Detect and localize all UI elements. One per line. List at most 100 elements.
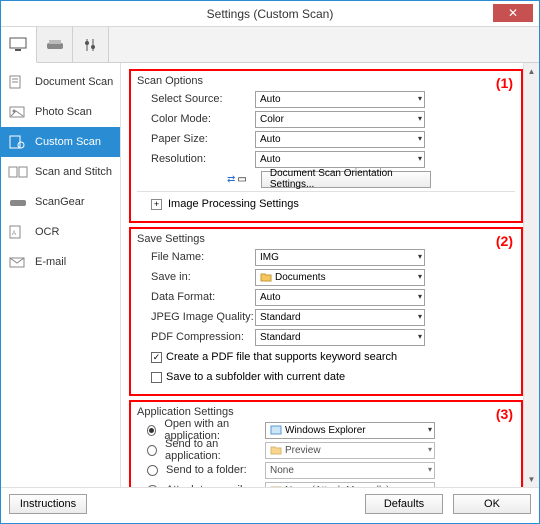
defaults-button[interactable]: Defaults	[365, 494, 443, 514]
send-folder-dropdown[interactable]: None▾	[265, 462, 435, 479]
chevron-down-icon: ▾	[418, 134, 422, 143]
sliders-icon	[81, 37, 101, 53]
tab-scan-from-panel[interactable]	[37, 27, 73, 62]
application-settings-title: Application Settings	[137, 406, 515, 418]
jpeg-quality-label: JPEG Image Quality:	[137, 311, 255, 323]
pdf-compression-dropdown[interactable]: Standard▾	[255, 329, 425, 346]
chevron-down-icon: ▾	[418, 292, 422, 301]
scroll-up-icon[interactable]: ▲	[524, 63, 539, 79]
subfolder-checkbox[interactable]	[151, 372, 162, 383]
sidebar-item-label: Scan and Stitch	[35, 166, 112, 178]
sidebar-item-email[interactable]: E-mail	[1, 247, 120, 277]
scan-options-section: (1) Scan Options Select Source:Auto▾ Col…	[129, 69, 523, 223]
pdf-compression-label: PDF Compression:	[137, 331, 255, 343]
annotation-2: (2)	[496, 233, 513, 249]
top-mode-tabs	[1, 27, 539, 63]
send-folder-radio[interactable]	[147, 465, 158, 476]
select-source-label: Select Source:	[137, 93, 255, 105]
sidebar-item-custom-scan[interactable]: Custom Scan	[1, 127, 120, 157]
attach-email-dropdown[interactable]: None (Attach Manually)▾	[265, 482, 435, 488]
scrollbar[interactable]: ▲ ▼	[523, 63, 539, 487]
chevron-down-icon: ▾	[418, 332, 422, 341]
swap-arrows-icon[interactable]: ⇄	[227, 174, 235, 185]
open-with-dropdown[interactable]: Windows Explorer▾	[265, 422, 435, 439]
scangear-icon	[7, 194, 29, 210]
titlebar: Settings (Custom Scan) ✕	[1, 1, 539, 27]
annotation-3: (3)	[496, 406, 513, 422]
email-icon	[7, 254, 29, 270]
paper-size-dropdown[interactable]: Auto▾	[255, 131, 425, 148]
file-name-label: File Name:	[137, 251, 255, 263]
send-app-radio[interactable]	[147, 445, 157, 456]
keyword-search-label: Create a PDF file that supports keyword …	[166, 351, 397, 363]
photo-scan-icon	[7, 104, 29, 120]
file-name-input[interactable]: IMG▾	[255, 249, 425, 266]
chevron-down-icon: ▾	[418, 154, 422, 163]
tab-scan-from-pc[interactable]	[1, 27, 37, 63]
expand-image-processing[interactable]: +	[151, 199, 162, 210]
application-settings-section: (3) Application Settings Open with an ap…	[129, 400, 523, 487]
orientation-settings-button[interactable]: Document Scan Orientation Settings...	[261, 171, 431, 188]
keyword-search-checkbox[interactable]: ✓	[151, 352, 162, 363]
paper-size-label: Paper Size:	[137, 133, 255, 145]
sidebar-item-scan-and-stitch[interactable]: Scan and Stitch	[1, 157, 120, 187]
subfolder-label: Save to a subfolder with current date	[166, 371, 345, 383]
open-with-radio[interactable]	[147, 425, 156, 436]
image-processing-label: Image Processing Settings	[168, 198, 299, 210]
chevron-down-icon: ▾	[428, 445, 432, 454]
sidebar-item-scangear[interactable]: ScanGear	[1, 187, 120, 217]
sidebar-item-document-scan[interactable]: Document Scan	[1, 67, 120, 97]
sidebar-item-label: ScanGear	[35, 196, 85, 208]
resolution-label: Resolution:	[137, 153, 255, 165]
footer: Instructions Defaults OK	[1, 487, 539, 519]
attach-email-radio[interactable]	[147, 485, 158, 488]
color-mode-dropdown[interactable]: Color▾	[255, 111, 425, 128]
sidebar-item-label: Photo Scan	[35, 106, 92, 118]
svg-text:A: A	[12, 231, 16, 237]
data-format-dropdown[interactable]: Auto▾	[255, 289, 425, 306]
sidebar-item-label: OCR	[35, 226, 59, 238]
save-settings-section: (2) Save Settings File Name:IMG▾ Save in…	[129, 227, 523, 396]
stitch-icon	[7, 164, 29, 180]
sidebar-item-ocr[interactable]: A OCR	[1, 217, 120, 247]
window-title: Settings (Custom Scan)	[207, 7, 334, 21]
sidebar-item-label: Custom Scan	[35, 136, 101, 148]
sidebar-item-label: Document Scan	[35, 76, 113, 88]
content-area: (1) Scan Options Select Source:Auto▾ Col…	[121, 63, 539, 487]
tab-general-settings[interactable]	[73, 27, 109, 62]
mail-icon	[270, 484, 282, 487]
send-app-label: Send to an application:	[165, 438, 265, 462]
document-scan-icon	[7, 74, 29, 90]
chevron-down-icon: ▾	[428, 465, 432, 474]
scan-options-title: Scan Options	[137, 75, 515, 87]
ocr-icon: A	[7, 224, 29, 240]
close-button[interactable]: ✕	[493, 4, 533, 22]
chevron-down-icon: ▾	[428, 425, 432, 434]
sidebar: Document Scan Photo Scan Custom Scan Sca…	[1, 63, 121, 487]
chevron-down-icon: ▾	[418, 272, 422, 281]
monitor-icon	[9, 37, 29, 53]
sidebar-item-label: E-mail	[35, 256, 66, 268]
chevron-down-icon: ▾	[418, 94, 422, 103]
chevron-down-icon: ▾	[428, 485, 432, 488]
select-source-dropdown[interactable]: Auto▾	[255, 91, 425, 108]
data-format-label: Data Format:	[137, 291, 255, 303]
chevron-down-icon: ▾	[418, 114, 422, 123]
resolution-dropdown[interactable]: Auto▾	[255, 151, 425, 168]
chevron-down-icon: ▾	[418, 312, 422, 321]
jpeg-quality-dropdown[interactable]: Standard▾	[255, 309, 425, 326]
save-in-dropdown[interactable]: Documents▾	[255, 269, 425, 286]
scanner-icon	[45, 37, 65, 53]
send-app-dropdown[interactable]: Preview▾	[265, 442, 435, 459]
annotation-1: (1)	[496, 75, 513, 91]
explorer-icon	[270, 424, 282, 436]
attach-email-label: Attach to e-mail:	[166, 484, 245, 487]
save-settings-title: Save Settings	[137, 233, 515, 245]
scroll-down-icon[interactable]: ▼	[524, 471, 539, 487]
instructions-button[interactable]: Instructions	[9, 494, 87, 514]
chevron-down-icon: ▾	[418, 252, 422, 261]
page-icon[interactable]: ▭	[237, 174, 246, 185]
sidebar-item-photo-scan[interactable]: Photo Scan	[1, 97, 120, 127]
folder-icon	[260, 271, 272, 283]
ok-button[interactable]: OK	[453, 494, 531, 514]
